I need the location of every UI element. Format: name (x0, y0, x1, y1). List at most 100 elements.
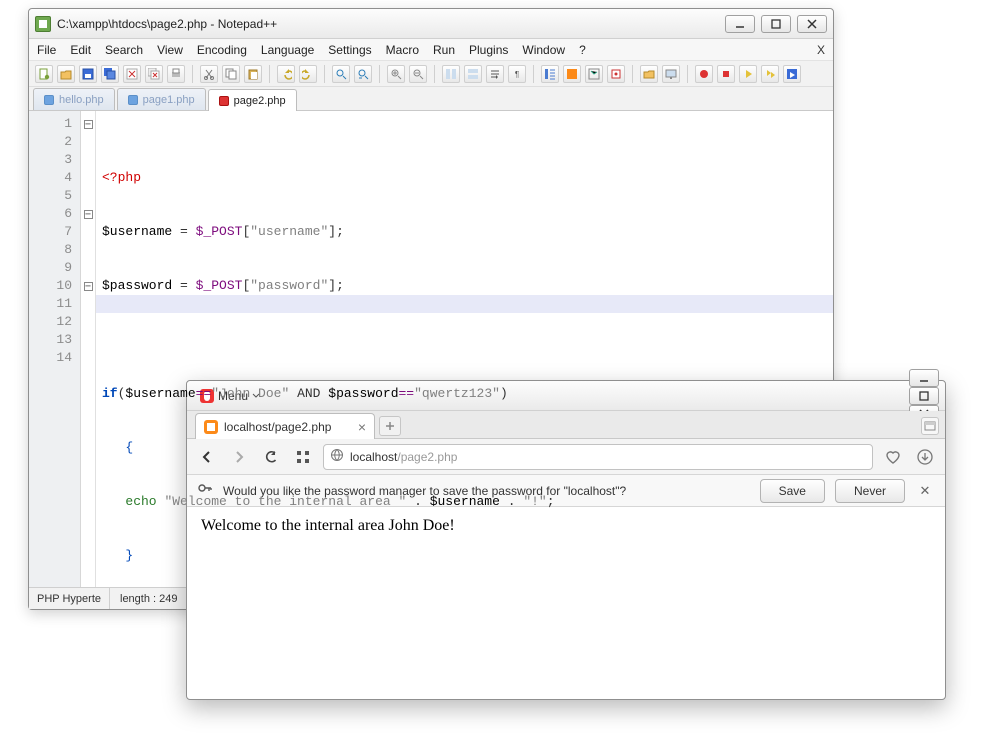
opera-tabstrip: localhost/page2.php × (187, 411, 945, 439)
tb-redo[interactable] (299, 65, 317, 83)
toolbar-separator (632, 65, 633, 83)
npp-minimize-button[interactable] (725, 15, 755, 33)
tab-label: page1.php (143, 94, 195, 106)
npp-maximize-button[interactable] (761, 15, 791, 33)
menu-language[interactable]: Language (261, 43, 314, 57)
menu-encoding[interactable]: Encoding (197, 43, 247, 57)
svg-text:¶: ¶ (515, 70, 519, 79)
page-text: Welcome to the internal area John Doe! (201, 517, 455, 534)
tb-wrap[interactable] (486, 65, 504, 83)
tb-close-all[interactable] (145, 65, 163, 83)
npp-window-controls (725, 15, 827, 33)
tb-macro-replay[interactable] (761, 65, 779, 83)
tb-macro-save[interactable] (783, 65, 801, 83)
never-save-password-button[interactable]: Never (835, 479, 905, 503)
tb-open[interactable] (57, 65, 75, 83)
menu-run[interactable]: Run (433, 43, 455, 57)
xampp-favicon-icon (204, 420, 218, 434)
opera-minimize-button[interactable] (909, 369, 939, 387)
page-content: Welcome to the internal area John Doe! (187, 507, 945, 699)
tb-paste[interactable] (244, 65, 262, 83)
plus-icon (385, 421, 395, 431)
toolbar-separator (533, 65, 534, 83)
menu-window[interactable]: Window (522, 43, 565, 57)
tab-status-icon (128, 95, 138, 105)
maximize-icon (917, 389, 931, 403)
tb-find[interactable] (332, 65, 350, 83)
npp-tabbar: hello.php page1.php page2.php (29, 87, 833, 111)
close-icon (805, 17, 819, 31)
tab-label: page2.php (234, 95, 286, 107)
opera-window: Menu localhost/page2.php × localhost (186, 380, 946, 700)
opera-panel-button[interactable] (921, 417, 939, 435)
heart-icon (884, 448, 902, 466)
npp-close-doc-button[interactable]: X (817, 43, 825, 57)
download-icon (916, 448, 934, 466)
downloads-button[interactable] (913, 445, 937, 469)
tb-monitor[interactable] (662, 65, 680, 83)
tb-func-list[interactable] (607, 65, 625, 83)
current-line-highlight (96, 295, 833, 313)
tb-print[interactable] (167, 65, 185, 83)
status-length: length : 249 (120, 588, 187, 609)
tb-doc-map[interactable] (585, 65, 603, 83)
menu-macro[interactable]: Macro (386, 43, 419, 57)
opera-tab-close[interactable]: × (358, 419, 366, 435)
tb-save-all[interactable] (101, 65, 119, 83)
tab-label: hello.php (59, 94, 104, 106)
tb-zoom-out[interactable] (409, 65, 427, 83)
menu-file[interactable]: File (37, 43, 56, 57)
opera-new-tab-button[interactable] (379, 416, 401, 436)
tb-macro-stop[interactable] (717, 65, 735, 83)
npp-title: C:\xampp\htdocs\page2.php - Notepad++ (57, 17, 725, 31)
line-number-gutter: 1234567891011121314 (29, 111, 81, 587)
tb-macro-play[interactable] (739, 65, 757, 83)
minimize-icon (733, 17, 747, 31)
tb-replace[interactable] (354, 65, 372, 83)
tab-hello-php[interactable]: hello.php (33, 88, 115, 110)
npp-close-button[interactable] (797, 15, 827, 33)
tab-page2-php[interactable]: page2.php (208, 89, 297, 111)
toolbar-separator (192, 65, 193, 83)
notepadpp-icon (35, 16, 51, 32)
minimize-icon (917, 371, 931, 385)
tab-status-icon (219, 96, 229, 106)
bookmark-button[interactable] (881, 445, 905, 469)
toolbar-separator (269, 65, 270, 83)
tb-sync-h[interactable] (464, 65, 482, 83)
npp-titlebar[interactable]: C:\xampp\htdocs\page2.php - Notepad++ (29, 9, 833, 39)
maximize-icon (769, 17, 783, 31)
tb-all-chars[interactable]: ¶ (508, 65, 526, 83)
tb-sync-v[interactable] (442, 65, 460, 83)
tb-macro-record[interactable] (695, 65, 713, 83)
tb-folder[interactable] (640, 65, 658, 83)
tb-zoom-in[interactable] (387, 65, 405, 83)
tb-copy[interactable] (222, 65, 240, 83)
menu-plugins[interactable]: Plugins (469, 43, 508, 57)
tab-status-icon (44, 95, 54, 105)
menu-help[interactable]: ? (579, 43, 586, 57)
panel-icon (924, 421, 936, 431)
toolbar-separator (434, 65, 435, 83)
tb-indent-guide[interactable] (541, 65, 559, 83)
menu-search[interactable]: Search (105, 43, 143, 57)
npp-menubar: File Edit Search View Encoding Language … (29, 39, 833, 61)
tb-close[interactable] (123, 65, 141, 83)
status-language: PHP Hyperte (37, 588, 110, 609)
tb-cut[interactable] (200, 65, 218, 83)
infobar-close-button[interactable]: ✕ (915, 483, 935, 499)
toolbar-separator (379, 65, 380, 83)
opera-tab-title: localhost/page2.php (224, 420, 331, 434)
menu-view[interactable]: View (157, 43, 183, 57)
menu-edit[interactable]: Edit (70, 43, 91, 57)
tb-undo[interactable] (277, 65, 295, 83)
menu-settings[interactable]: Settings (328, 43, 371, 57)
opera-maximize-button[interactable] (909, 387, 939, 405)
opera-tab-active[interactable]: localhost/page2.php × (195, 413, 375, 439)
tb-new[interactable] (35, 65, 53, 83)
npp-toolbar: ¶ (29, 61, 833, 87)
tb-lang[interactable] (563, 65, 581, 83)
fold-column: −−− (81, 111, 96, 587)
tb-save[interactable] (79, 65, 97, 83)
tab-page1-php[interactable]: page1.php (117, 88, 206, 110)
